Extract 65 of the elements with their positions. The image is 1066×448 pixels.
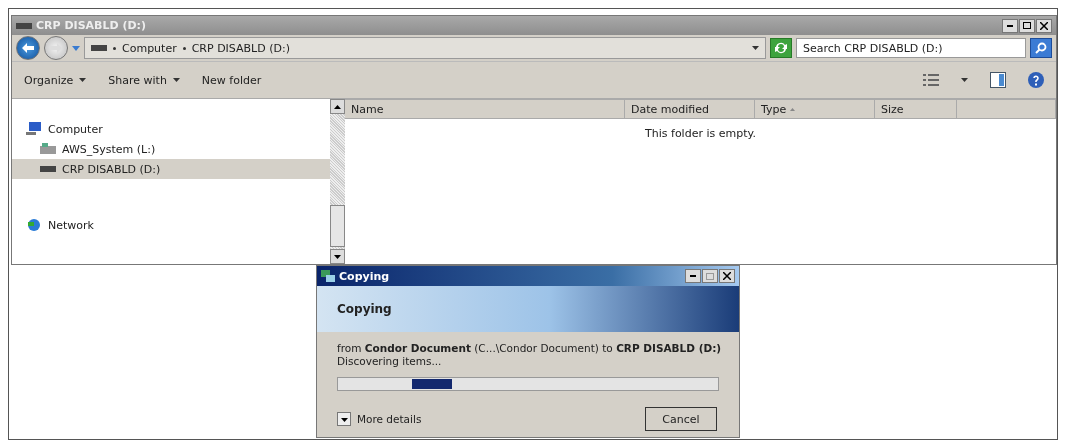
nav-item[interactable]: CRP DISABLD (D:) bbox=[12, 159, 330, 179]
back-button[interactable] bbox=[16, 36, 40, 60]
globe-icon bbox=[26, 218, 42, 232]
maximize-icon bbox=[1023, 22, 1031, 29]
refresh-icon bbox=[774, 42, 788, 54]
address-bar[interactable]: Computer CRP DISABLD (D:) bbox=[84, 37, 766, 59]
drive-icon bbox=[40, 166, 56, 172]
breadcrumb[interactable]: CRP DISABLD (D:) bbox=[191, 41, 290, 55]
details-toggle-button[interactable] bbox=[337, 412, 351, 426]
forward-button[interactable] bbox=[44, 36, 68, 60]
breadcrumb[interactable]: Computer bbox=[122, 41, 177, 55]
search-icon bbox=[1035, 42, 1047, 54]
down-arrow-icon bbox=[340, 417, 348, 422]
progress-marquee bbox=[412, 379, 452, 389]
minimize-button[interactable] bbox=[1002, 18, 1018, 33]
cancel-button[interactable]: Cancel bbox=[645, 407, 717, 431]
search-field[interactable]: Search CRP DISABLD (D:) bbox=[796, 38, 1026, 58]
minimize-icon bbox=[690, 275, 696, 277]
address-caret-icon bbox=[752, 46, 759, 50]
preview-pane-icon[interactable] bbox=[990, 72, 1006, 88]
drive-icon bbox=[91, 45, 107, 51]
minimize-icon bbox=[1007, 24, 1013, 27]
close-button[interactable] bbox=[1036, 18, 1052, 33]
column-header[interactable]: Date modified bbox=[625, 99, 755, 119]
nav-item[interactable]: AWS_System (L:) bbox=[12, 139, 330, 159]
separator-icon bbox=[182, 46, 186, 50]
help-icon[interactable] bbox=[1028, 72, 1044, 88]
close-icon bbox=[723, 272, 731, 280]
minimize-button[interactable] bbox=[685, 269, 701, 283]
down-arrow-icon bbox=[334, 254, 341, 259]
back-arrow-icon bbox=[22, 43, 34, 53]
history-caret-icon[interactable] bbox=[72, 45, 80, 51]
column-header[interactable]: Size bbox=[875, 99, 957, 119]
forward-arrow-icon bbox=[50, 43, 62, 53]
window-title: CRP DISABLD (D:) bbox=[36, 19, 148, 32]
scroll-down-button[interactable] bbox=[330, 249, 345, 264]
view-caret-icon bbox=[961, 78, 968, 82]
close-icon bbox=[1040, 21, 1048, 30]
dialog-title: Copying bbox=[339, 269, 391, 283]
nav-item[interactable]: Computer bbox=[12, 119, 330, 139]
copy-message: from Condor Document (C...\Condor Document) to CRP DISABLD (D:) bbox=[337, 342, 719, 354]
dialog-heading: Copying bbox=[337, 302, 392, 316]
view-icon[interactable] bbox=[923, 74, 939, 86]
column-header[interactable]: Type bbox=[755, 99, 875, 119]
up-arrow-icon bbox=[334, 104, 341, 109]
search-button[interactable] bbox=[1030, 38, 1052, 58]
separator-icon bbox=[113, 46, 116, 50]
status-text: Discovering items... bbox=[337, 355, 443, 367]
close-button[interactable] bbox=[719, 269, 735, 283]
scroll-up-button[interactable] bbox=[330, 99, 345, 114]
empty-folder-message: This folder is empty. bbox=[645, 127, 756, 140]
computer-icon bbox=[26, 122, 42, 136]
nav-item[interactable]: Network bbox=[12, 215, 330, 235]
scrollbar[interactable] bbox=[330, 99, 345, 264]
maximize-icon bbox=[706, 272, 714, 280]
toolbar-button[interactable]: New folder bbox=[201, 71, 262, 89]
refresh-button[interactable] bbox=[770, 38, 792, 58]
column-header[interactable]: Name bbox=[345, 99, 625, 119]
sort-arrow-icon bbox=[790, 107, 796, 111]
details-label: More details bbox=[357, 413, 422, 425]
toolbar-button[interactable]: Share with bbox=[108, 71, 180, 89]
toolbar-button[interactable]: Organize bbox=[24, 71, 87, 89]
maximize-button[interactable] bbox=[1019, 18, 1035, 33]
drive-icon bbox=[16, 22, 32, 29]
copy-icon bbox=[321, 270, 335, 282]
